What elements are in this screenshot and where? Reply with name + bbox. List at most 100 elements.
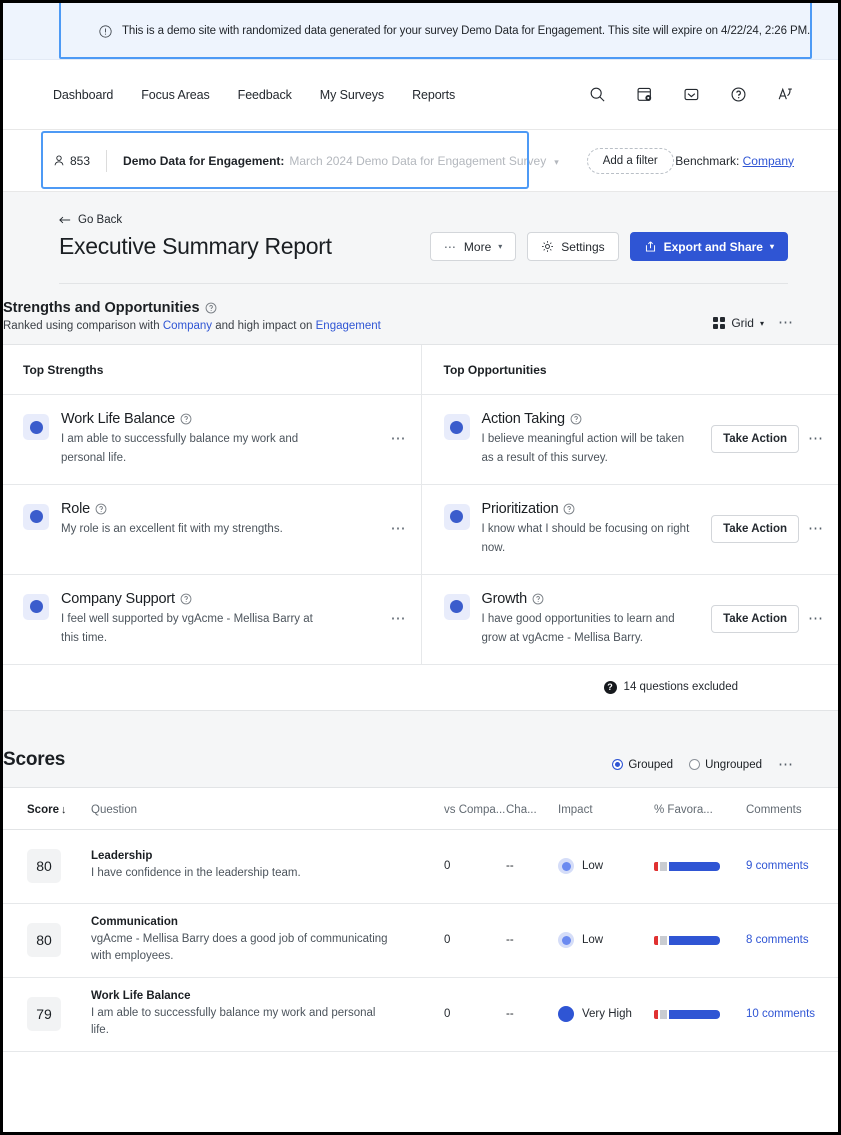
go-back-button[interactable]: Go Back bbox=[59, 214, 788, 226]
nav-item-dashboard[interactable]: Dashboard bbox=[53, 88, 113, 102]
cell-score: 79 bbox=[3, 997, 91, 1032]
favorability-bar bbox=[654, 1009, 722, 1019]
column-header-impact[interactable]: Impact bbox=[558, 788, 654, 829]
column-header-favorable[interactable]: % Favora... bbox=[654, 788, 746, 829]
help-badge-icon[interactable]: ? bbox=[603, 680, 617, 694]
item-overflow-menu[interactable]: ⋯ bbox=[391, 611, 407, 626]
grouped-radio-option[interactable]: Grouped bbox=[612, 759, 673, 771]
cell-change: -- bbox=[506, 860, 514, 873]
subtitle-middle: and high impact on bbox=[215, 320, 313, 332]
ungrouped-radio-option[interactable]: Ungrouped bbox=[689, 759, 762, 771]
scores-overflow-menu[interactable]: ⋯ bbox=[778, 757, 794, 772]
table-row[interactable]: 80 Communication vgAcme - Mellisa Barry … bbox=[3, 904, 838, 978]
strength-description: My role is an excellent fit with my stre… bbox=[61, 522, 283, 535]
comments-link[interactable]: 9 comments bbox=[746, 860, 809, 872]
opportunity-item[interactable]: Growth I have good opportunities to lear… bbox=[420, 574, 839, 664]
comments-link[interactable]: 8 comments bbox=[746, 934, 809, 946]
section-title: Strengths and Opportunities bbox=[3, 300, 200, 316]
impact-label: Low bbox=[582, 860, 604, 873]
strength-name: Company Support bbox=[61, 590, 175, 607]
nav-item-feedback[interactable]: Feedback bbox=[238, 88, 292, 102]
strengths-section-header: Strengths and Opportunities Ranked using… bbox=[3, 284, 838, 344]
translate-icon[interactable] bbox=[777, 86, 794, 103]
opportunity-item[interactable]: Action Taking I believe meaningful actio… bbox=[420, 395, 839, 484]
benchmark-value-link[interactable]: Company bbox=[743, 154, 794, 168]
item-overflow-menu[interactable]: ⋯ bbox=[808, 521, 824, 536]
opportunity-item[interactable]: Prioritization I know what I should be f… bbox=[420, 484, 839, 574]
help-circle-icon[interactable] bbox=[180, 413, 192, 425]
nav-links: Dashboard Focus Areas Feedback My Survey… bbox=[53, 88, 455, 102]
question-description: I have confidence in the leadership team… bbox=[91, 867, 301, 880]
column-header-vs-company[interactable]: vs Compa... bbox=[444, 788, 506, 829]
view-mode-grid-toggle[interactable]: Grid ▾ bbox=[713, 316, 764, 330]
strength-name-wrapper: Company Support bbox=[61, 591, 371, 607]
item-overflow-menu[interactable]: ⋯ bbox=[808, 431, 824, 446]
item-overflow-menu[interactable]: ⋯ bbox=[391, 521, 407, 536]
opportunity-name: Prioritization bbox=[481, 500, 559, 517]
inbox-icon[interactable] bbox=[683, 86, 700, 103]
cell-score: 80 bbox=[3, 923, 91, 958]
strength-item[interactable]: Company Support I feel well supported by… bbox=[3, 575, 421, 664]
score-badge: 80 bbox=[27, 849, 61, 884]
ellipsis-icon: ⋯ bbox=[443, 239, 457, 254]
strength-item[interactable]: Work Life Balance I am able to successfu… bbox=[3, 395, 421, 484]
score-dot-icon bbox=[23, 593, 49, 620]
benchmark: Benchmark: Company bbox=[675, 154, 794, 168]
take-action-button[interactable]: Take Action bbox=[711, 515, 799, 544]
take-action-button[interactable]: Take Action bbox=[711, 605, 799, 634]
add-filter-button[interactable]: Add a filter bbox=[586, 147, 674, 174]
strength-item[interactable]: Role My role is an excellent fit with my… bbox=[3, 485, 421, 574]
subtitle-link-engagement[interactable]: Engagement bbox=[316, 320, 381, 332]
radio-button-grouped[interactable] bbox=[612, 759, 624, 771]
strength-description: I feel well supported by vgAcme - Mellis… bbox=[61, 612, 313, 644]
column-header-score[interactable]: Score ↓ bbox=[3, 788, 91, 829]
help-circle-icon[interactable] bbox=[180, 593, 192, 605]
help-circle-icon[interactable] bbox=[563, 503, 575, 515]
survey-selector[interactable]: Demo Data for Engagement: March 2024 Dem… bbox=[123, 154, 559, 168]
help-circle-icon[interactable] bbox=[532, 593, 544, 605]
section-overflow-menu[interactable]: ⋯ bbox=[778, 315, 794, 330]
export-and-share-button[interactable]: Export and Share ▾ bbox=[629, 232, 788, 261]
help-circle-icon[interactable] bbox=[730, 86, 747, 103]
cell-vs-company: 0 bbox=[444, 860, 451, 873]
questions-excluded-text: 14 questions excluded bbox=[623, 681, 738, 694]
search-icon[interactable] bbox=[589, 86, 606, 103]
table-row[interactable]: 80 Leadership I have confidence in the l… bbox=[3, 830, 838, 904]
strength-name: Work Life Balance bbox=[61, 411, 176, 427]
nav-item-my-surveys[interactable]: My Surveys bbox=[320, 88, 384, 102]
radio-button-ungrouped[interactable] bbox=[689, 759, 701, 771]
benchmark-label: Benchmark: bbox=[675, 153, 740, 168]
nav-item-reports[interactable]: Reports bbox=[412, 88, 455, 102]
more-button[interactable]: ⋯ More ▾ bbox=[429, 232, 517, 261]
cell-vs-company: 0 bbox=[444, 934, 451, 947]
column-header-question[interactable]: Question bbox=[91, 788, 444, 829]
score-dot-icon bbox=[443, 414, 470, 440]
item-overflow-menu[interactable]: ⋯ bbox=[391, 431, 407, 446]
strength-description: I am able to successfully balance my wor… bbox=[61, 433, 299, 464]
column-header-change[interactable]: Cha... bbox=[506, 788, 558, 829]
person-icon bbox=[54, 155, 64, 166]
divider bbox=[106, 149, 108, 172]
grid-row: Company Support I feel well supported by… bbox=[3, 574, 839, 665]
top-navigation-bar: Dashboard Focus Areas Feedback My Survey… bbox=[3, 60, 838, 130]
cell-favorability bbox=[654, 861, 746, 871]
cell-question: Leadership I have confidence in the lead… bbox=[91, 850, 444, 882]
report-header: Go Back Executive Summary Report ⋯ More … bbox=[3, 192, 838, 284]
subtitle-link-company[interactable]: Company bbox=[163, 320, 212, 332]
cell-favorability bbox=[654, 1009, 746, 1019]
help-circle-icon[interactable] bbox=[205, 302, 217, 314]
cell-comments: 10 comments bbox=[746, 1008, 838, 1020]
comments-link[interactable]: 10 comments bbox=[746, 1008, 815, 1020]
grid-row: Work Life Balance I am able to successfu… bbox=[3, 395, 838, 485]
item-overflow-menu[interactable]: ⋯ bbox=[808, 611, 824, 626]
help-circle-icon[interactable] bbox=[570, 413, 582, 425]
admin-panel-icon[interactable] bbox=[636, 86, 653, 103]
help-circle-icon[interactable] bbox=[95, 503, 107, 515]
table-row[interactable]: 79 Work Life Balance I am able to succes… bbox=[3, 978, 838, 1052]
chevron-down-icon: ▾ bbox=[498, 242, 503, 251]
nav-item-focus-areas[interactable]: Focus Areas bbox=[141, 88, 209, 102]
respondent-count-value: 853 bbox=[70, 153, 91, 168]
column-header-comments[interactable]: Comments bbox=[746, 788, 838, 829]
take-action-button[interactable]: Take Action bbox=[711, 425, 799, 454]
settings-button[interactable]: Settings bbox=[527, 232, 619, 261]
